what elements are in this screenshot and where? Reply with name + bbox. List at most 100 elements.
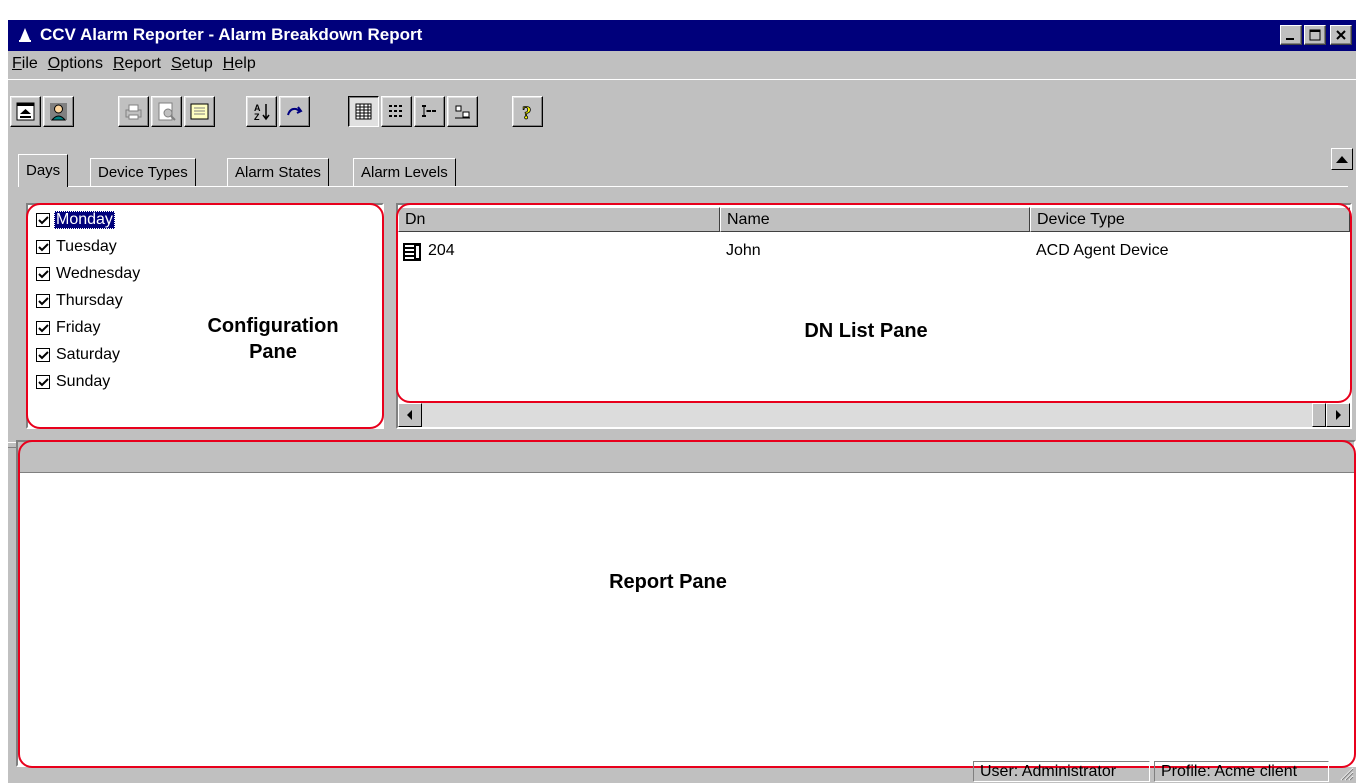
svg-text:Z: Z bbox=[254, 112, 260, 122]
checkbox-tuesday[interactable] bbox=[36, 240, 50, 254]
day-label: Wednesday bbox=[56, 265, 141, 282]
menu-setup[interactable]: Setup bbox=[167, 53, 219, 77]
column-header-dn[interactable]: Dn bbox=[398, 207, 720, 232]
maximize-button[interactable] bbox=[1304, 25, 1326, 45]
day-label: Thursday bbox=[56, 292, 123, 309]
help-icon: ? bbox=[522, 103, 532, 122]
app-window: CCV Alarm Reporter - Alarm Breakdown Rep… bbox=[8, 20, 1356, 783]
scroll-right-button[interactable] bbox=[1326, 403, 1350, 427]
help-button[interactable]: ? bbox=[512, 96, 543, 127]
report-header bbox=[18, 442, 1354, 473]
checkbox-thursday[interactable] bbox=[36, 294, 50, 308]
agent-device-icon bbox=[403, 243, 421, 261]
status-profile: Profile: Acme client bbox=[1154, 761, 1329, 782]
user-profile-icon bbox=[50, 103, 67, 121]
collapse-config-button[interactable] bbox=[1331, 148, 1353, 170]
checkmark-icon bbox=[37, 242, 49, 251]
checkbox-monday[interactable] bbox=[36, 213, 50, 227]
column-header-device-type[interactable]: Device Type bbox=[1030, 207, 1350, 232]
minimize-icon bbox=[1286, 38, 1294, 40]
day-label: Friday bbox=[56, 319, 101, 336]
view-details-button[interactable] bbox=[447, 96, 478, 127]
title-bar[interactable]: CCV Alarm Reporter - Alarm Breakdown Rep… bbox=[8, 20, 1356, 51]
close-icon bbox=[1336, 30, 1346, 40]
checkbox-sunday[interactable] bbox=[36, 375, 50, 389]
refresh-icon bbox=[287, 106, 303, 116]
day-item-saturday[interactable]: Saturday bbox=[36, 343, 122, 367]
dn-list-header: Dn Name Device Type bbox=[398, 207, 1350, 232]
checkbox-wednesday[interactable] bbox=[36, 267, 50, 281]
print-preview-icon bbox=[158, 102, 176, 121]
tab-days[interactable]: Days bbox=[18, 154, 69, 187]
bell-icon[interactable] bbox=[18, 27, 32, 43]
cell-name: John bbox=[726, 242, 761, 259]
day-item-monday[interactable]: Monday bbox=[36, 208, 115, 232]
status-bar: User: Administrator Profile: Acme client bbox=[8, 760, 1356, 783]
status-user: User: Administrator bbox=[973, 761, 1150, 782]
checkmark-icon bbox=[37, 215, 49, 224]
dn-list-pane-caption: DN List Pane bbox=[804, 320, 928, 342]
checkmark-icon bbox=[37, 323, 49, 332]
print-preview-button[interactable] bbox=[151, 96, 182, 127]
triangle-up-icon bbox=[1336, 156, 1348, 163]
report-pane-caption: Report Pane bbox=[609, 571, 727, 593]
resize-grip-icon[interactable] bbox=[1338, 765, 1354, 781]
day-item-tuesday[interactable]: Tuesday bbox=[36, 235, 119, 259]
day-label: Tuesday bbox=[56, 238, 117, 255]
notepad-icon bbox=[190, 103, 209, 120]
cell-device-type: ACD Agent Device bbox=[1036, 242, 1169, 259]
minimize-button[interactable] bbox=[1280, 25, 1302, 45]
user-profile-button[interactable] bbox=[43, 96, 74, 127]
checkbox-saturday[interactable] bbox=[36, 348, 50, 362]
dn-list-pane: Dn Name Device Type 204 John ACD Agent D… bbox=[396, 203, 1352, 429]
scrollbar-thumb[interactable] bbox=[1312, 403, 1326, 427]
menu-report[interactable]: Report bbox=[109, 53, 167, 77]
day-item-thursday[interactable]: Thursday bbox=[36, 289, 125, 313]
configuration-pane: Monday Tuesday Wednesday Thursday Friday… bbox=[26, 203, 384, 429]
view-tree-icon bbox=[422, 105, 436, 117]
view-large-grid-button[interactable] bbox=[348, 96, 379, 127]
cell-dn: 204 bbox=[428, 242, 455, 259]
tab-divider bbox=[18, 186, 1348, 187]
refresh-button[interactable] bbox=[279, 96, 310, 127]
tab-alarm-levels[interactable]: Alarm Levels bbox=[353, 158, 456, 186]
menu-bar: File Options Report Setup Help bbox=[8, 53, 262, 77]
sort-ascending-button[interactable]: AZ bbox=[246, 96, 277, 127]
day-label: Sunday bbox=[56, 373, 111, 390]
close-button[interactable] bbox=[1330, 25, 1352, 45]
checkbox-friday[interactable] bbox=[36, 321, 50, 335]
table-row[interactable]: 204 John ACD Agent Device bbox=[398, 238, 1350, 266]
arrow-left-icon bbox=[407, 410, 412, 420]
scroll-left-button[interactable] bbox=[398, 403, 422, 427]
menu-file[interactable]: File bbox=[8, 53, 44, 77]
view-list-icon bbox=[389, 105, 402, 117]
day-item-wednesday[interactable]: Wednesday bbox=[36, 262, 142, 286]
print-button[interactable] bbox=[118, 96, 149, 127]
arrow-right-icon bbox=[1336, 410, 1341, 420]
view-details-icon bbox=[455, 105, 470, 119]
notepad-button[interactable] bbox=[184, 96, 215, 127]
day-item-sunday[interactable]: Sunday bbox=[36, 370, 112, 394]
window-controls bbox=[1280, 25, 1352, 45]
day-item-friday[interactable]: Friday bbox=[36, 316, 102, 340]
tab-device-types[interactable]: Device Types bbox=[90, 158, 196, 186]
view-tree-button[interactable] bbox=[414, 96, 445, 127]
horizontal-scrollbar[interactable] bbox=[398, 403, 1350, 427]
column-header-name[interactable]: Name bbox=[720, 207, 1030, 232]
checkmark-icon bbox=[37, 377, 49, 386]
menu-help[interactable]: Help bbox=[219, 53, 262, 77]
svg-text:?: ? bbox=[522, 103, 532, 122]
menu-options[interactable]: Options bbox=[44, 53, 109, 77]
caption-line: Pane bbox=[249, 341, 297, 363]
checkmark-icon bbox=[37, 296, 49, 305]
toolbar: AZ ? bbox=[8, 79, 1356, 129]
print-icon bbox=[125, 104, 142, 120]
tab-alarm-states[interactable]: Alarm States bbox=[227, 158, 329, 186]
configuration-pane-caption: Configuration Pane bbox=[188, 313, 358, 365]
collapse-panes-button[interactable] bbox=[10, 96, 41, 127]
collapse-panes-icon bbox=[16, 102, 35, 121]
day-label: Saturday bbox=[56, 346, 121, 363]
checkmark-icon bbox=[37, 269, 49, 278]
window-title: CCV Alarm Reporter - Alarm Breakdown Rep… bbox=[40, 25, 423, 44]
view-list-button[interactable] bbox=[381, 96, 412, 127]
